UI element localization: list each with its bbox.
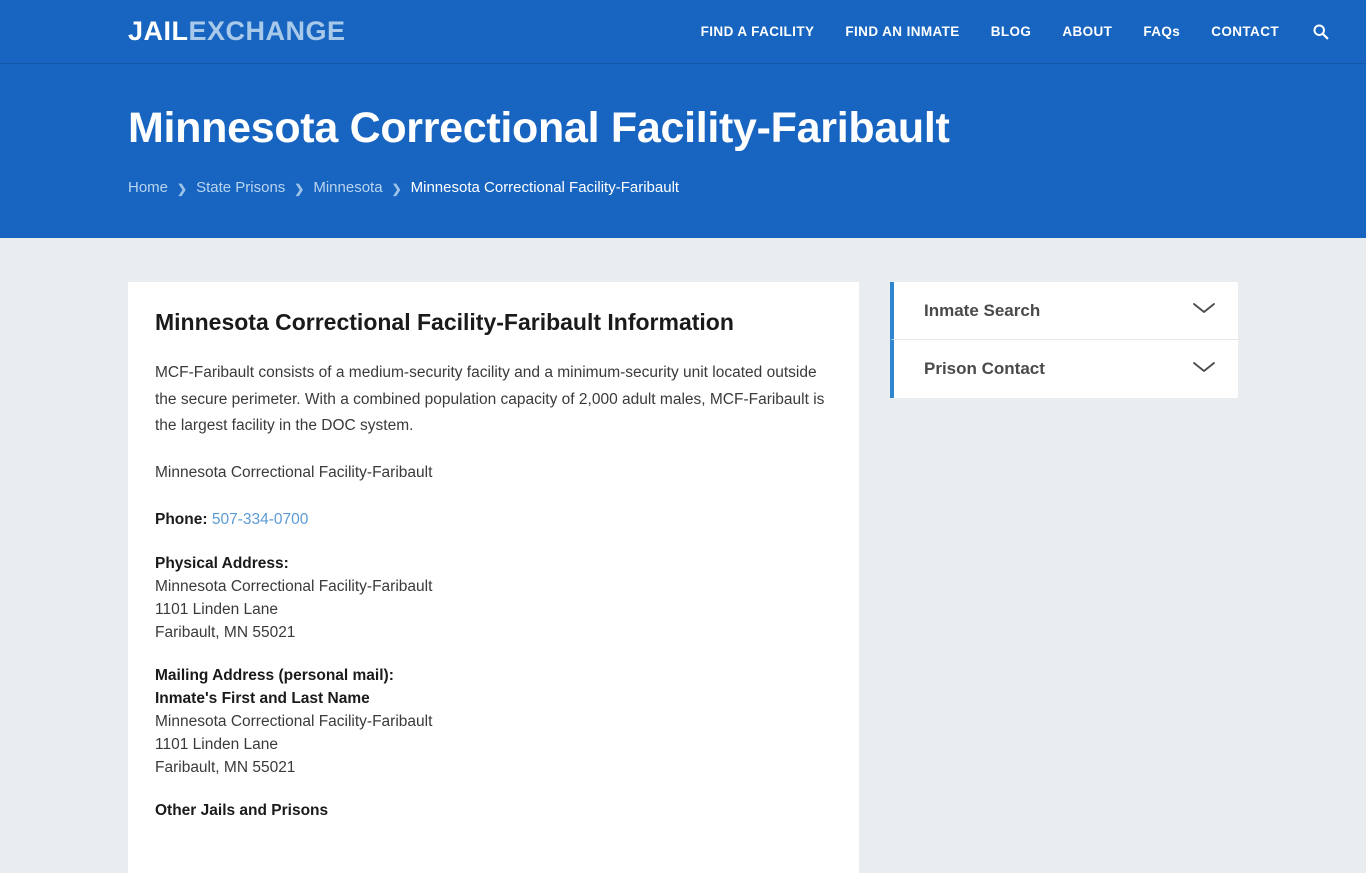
breadcrumb-separator-icon: ❯ [294,181,305,196]
nav-item-find-an-inmate[interactable]: FIND AN INMATE [845,24,959,39]
nav-item-find-a-facility[interactable]: FIND A FACILITY [701,24,815,39]
phone-number-link[interactable]: 507-334-0700 [212,511,309,528]
nav-item-blog[interactable]: BLOG [991,24,1032,39]
breadcrumb: Home ❯ State Prisons ❯ Minnesota ❯ Minne… [128,179,1238,196]
chevron-down-icon[interactable] [1192,301,1216,320]
page-body: Minnesota Correctional Facility-Faribaul… [0,238,1366,873]
logo-text-secondary: EXCHANGE [188,16,346,46]
sidebar-accordion-prison-contact[interactable]: Prison Contact [890,340,1238,398]
main-navigation: FIND A FACILITY FIND AN INMATE BLOG ABOU… [701,22,1366,42]
sidebar-accordion-label: Inmate Search [924,300,1041,320]
mailing-address-inmate-name: Inmate's First and Last Name [155,689,370,707]
physical-address-block: Physical Address: Minnesota Correctional… [155,553,832,645]
page-hero: Minnesota Correctional Facility-Faribaul… [0,64,1366,238]
site-logo[interactable]: JAILEXCHANGE [128,18,346,45]
mailing-address-block: Mailing Address (personal mail): Inmate'… [155,665,832,780]
breadcrumb-item-state-prisons[interactable]: State Prisons [196,179,285,196]
nav-item-contact[interactable]: CONTACT [1211,24,1279,39]
sidebar-accordion-inmate-search[interactable]: Inmate Search [890,282,1238,340]
mailing-address-line2: 1101 Linden Lane [155,735,278,753]
physical-address-line2: 1101 Linden Lane [155,601,278,619]
breadcrumb-item-minnesota[interactable]: Minnesota [313,179,382,196]
sidebar-accordion-label: Prison Contact [924,359,1045,378]
mailing-address-line1: Minnesota Correctional Facility-Faribaul… [155,712,433,730]
mailing-address-label: Mailing Address (personal mail): [155,666,394,684]
search-icon[interactable] [1310,22,1330,42]
facility-information-card: Minnesota Correctional Facility-Faribaul… [128,282,859,873]
breadcrumb-item-home[interactable]: Home [128,179,168,196]
facility-name: Minnesota Correctional Facility-Faribaul… [155,463,433,481]
physical-address-label: Physical Address: [155,555,289,573]
other-jails-heading: Other Jails and Prisons [155,801,329,819]
site-header: JAILEXCHANGE FIND A FACILITY FIND AN INM… [0,0,1366,64]
phone-row: Phone: 507-334-0700 [155,507,832,534]
physical-address-line3: Faribault, MN 55021 [155,623,296,641]
chevron-down-icon[interactable] [1192,360,1216,379]
breadcrumb-separator-icon: ❯ [391,181,402,196]
sidebar: Inmate Search Prison Contact [890,282,1238,398]
content-heading: Minnesota Correctional Facility-Faribaul… [155,309,734,335]
logo-text-primary: JAIL [128,16,189,46]
physical-address-line1: Minnesota Correctional Facility-Faribaul… [155,578,433,596]
breadcrumb-separator-icon: ❯ [177,181,188,196]
phone-label: Phone: [155,510,208,528]
mailing-address-line3: Faribault, MN 55021 [155,758,296,776]
nav-item-about[interactable]: ABOUT [1062,24,1112,39]
facility-description: MCF-Faribault consists of a medium-secur… [155,363,825,435]
page-title: Minnesota Correctional Facility-Faribaul… [128,104,950,152]
breadcrumb-item-current: Minnesota Correctional Facility-Faribaul… [410,179,680,197]
nav-item-faqs[interactable]: FAQs [1143,24,1180,39]
